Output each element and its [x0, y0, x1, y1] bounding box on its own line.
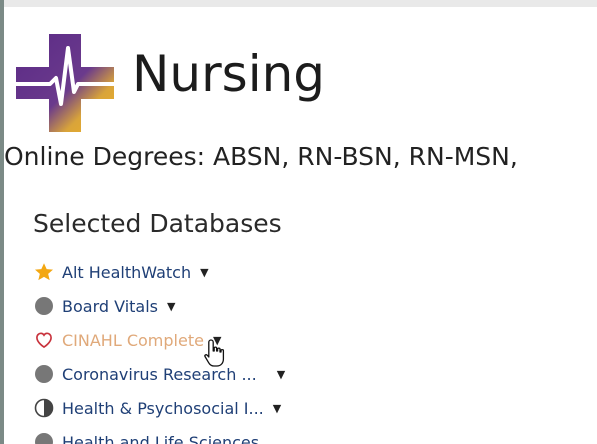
selected-databases-heading: Selected Databases — [33, 209, 282, 238]
database-link-coronavirus-research[interactable]: Coronavirus Research ... — [62, 365, 257, 384]
database-item: Board Vitals ▼ — [33, 289, 285, 323]
database-link-alt-healthwatch[interactable]: Alt HealthWatch — [62, 263, 191, 282]
database-link-health-life-sciences[interactable]: Health and Life Sciences — [62, 433, 259, 444]
gray-circle-icon — [33, 431, 55, 444]
dropdown-caret-icon[interactable]: ▼ — [167, 300, 175, 313]
left-border — [0, 0, 4, 444]
dropdown-caret-icon[interactable]: ▼ — [273, 402, 281, 415]
database-item: Coronavirus Research ... ▼ — [33, 357, 285, 391]
gray-circle-icon — [33, 295, 55, 317]
database-item: CINAHL Complete ▼ — [33, 323, 285, 357]
database-link-cinahl-complete[interactable]: CINAHL Complete — [62, 331, 204, 350]
page-title: Nursing — [132, 45, 326, 103]
page: Nursing Online Degrees: ABSN, RN-BSN, RN… — [0, 0, 597, 444]
database-item: Health and Life Sciences — [33, 425, 285, 444]
page-subtitle: Online Degrees: ABSN, RN-BSN, RN-MSN, — [4, 142, 518, 171]
top-divider — [0, 0, 597, 7]
dropdown-caret-icon[interactable]: ▼ — [200, 266, 208, 279]
database-list: Alt HealthWatch ▼ Board Vitals ▼ CINAHL … — [33, 255, 285, 444]
nursing-logo-icon — [16, 34, 114, 132]
dropdown-caret-icon[interactable]: ▼ — [213, 334, 221, 347]
database-link-health-psychosocial[interactable]: Health & Psychosocial I... — [62, 399, 264, 418]
heart-outline-icon[interactable] — [33, 329, 55, 351]
star-icon — [33, 261, 55, 283]
dropdown-caret-icon[interactable]: ▼ — [277, 368, 285, 381]
gray-circle-icon — [33, 363, 55, 385]
database-item: Alt HealthWatch ▼ — [33, 255, 285, 289]
database-link-board-vitals[interactable]: Board Vitals — [62, 297, 158, 316]
half-circle-icon — [33, 397, 55, 419]
database-item: Health & Psychosocial I... ▼ — [33, 391, 285, 425]
